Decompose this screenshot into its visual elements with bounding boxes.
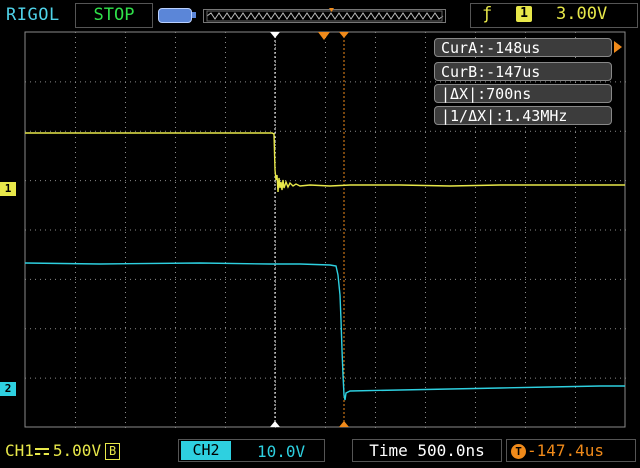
rising-edge-icon: ƒ xyxy=(482,4,493,24)
run-stop-status[interactable]: STOP xyxy=(75,3,153,28)
delta-x-readout: |ΔX|:700ns xyxy=(434,84,612,103)
inverse-delta-x-readout: |1/ΔX|:1.43MHz xyxy=(434,106,612,125)
trigger-source-badge: 1 xyxy=(516,6,532,22)
ch2-status[interactable]: CH2 10.0V xyxy=(178,439,325,462)
trigger-position-readout[interactable]: T -147.4us xyxy=(506,439,636,462)
memory-depth-icon xyxy=(158,8,196,23)
bottom-status-bar: CH1 5.00V B CH2 10.0V Time 500.0ns T -147.4… xyxy=(0,434,640,468)
trigger-position-value: -147.4us xyxy=(527,441,605,460)
cursor-menu-arrow-icon[interactable] xyxy=(614,41,622,53)
trigger-position-icon: T xyxy=(511,444,526,459)
cursor-a-readout: CurA:-148us xyxy=(434,38,612,57)
ch1-scale: 5.00V xyxy=(52,441,102,460)
brand-label: RIGOL xyxy=(6,5,60,25)
ch2-scale: 10.0V xyxy=(257,442,306,461)
bandwidth-limit-badge: B xyxy=(105,443,121,460)
ch2-label: CH2 xyxy=(181,441,231,460)
top-status-bar: RIGOL STOP ƒ 1 3.00V xyxy=(0,0,640,30)
cursor-b-readout: CurB:-147us xyxy=(434,62,612,81)
ch2-offset-marker[interactable]: 2 xyxy=(0,382,16,396)
timebase-readout[interactable]: Time 500.0ns xyxy=(352,439,502,462)
ch1-offset-marker[interactable]: 1 xyxy=(0,182,16,196)
ch1-status[interactable]: CH1 5.00V B xyxy=(5,441,121,460)
trigger-level: 3.00V xyxy=(556,4,608,24)
dc-coupling-icon xyxy=(34,448,49,455)
trigger-settings[interactable] xyxy=(470,3,638,28)
waveform-display[interactable]: CurA:-148us CurB:-147us |ΔX|:700ns |1/ΔX… xyxy=(0,30,640,428)
waveform-memory-strip[interactable] xyxy=(203,8,446,24)
ch1-label: CH1 xyxy=(5,441,34,460)
